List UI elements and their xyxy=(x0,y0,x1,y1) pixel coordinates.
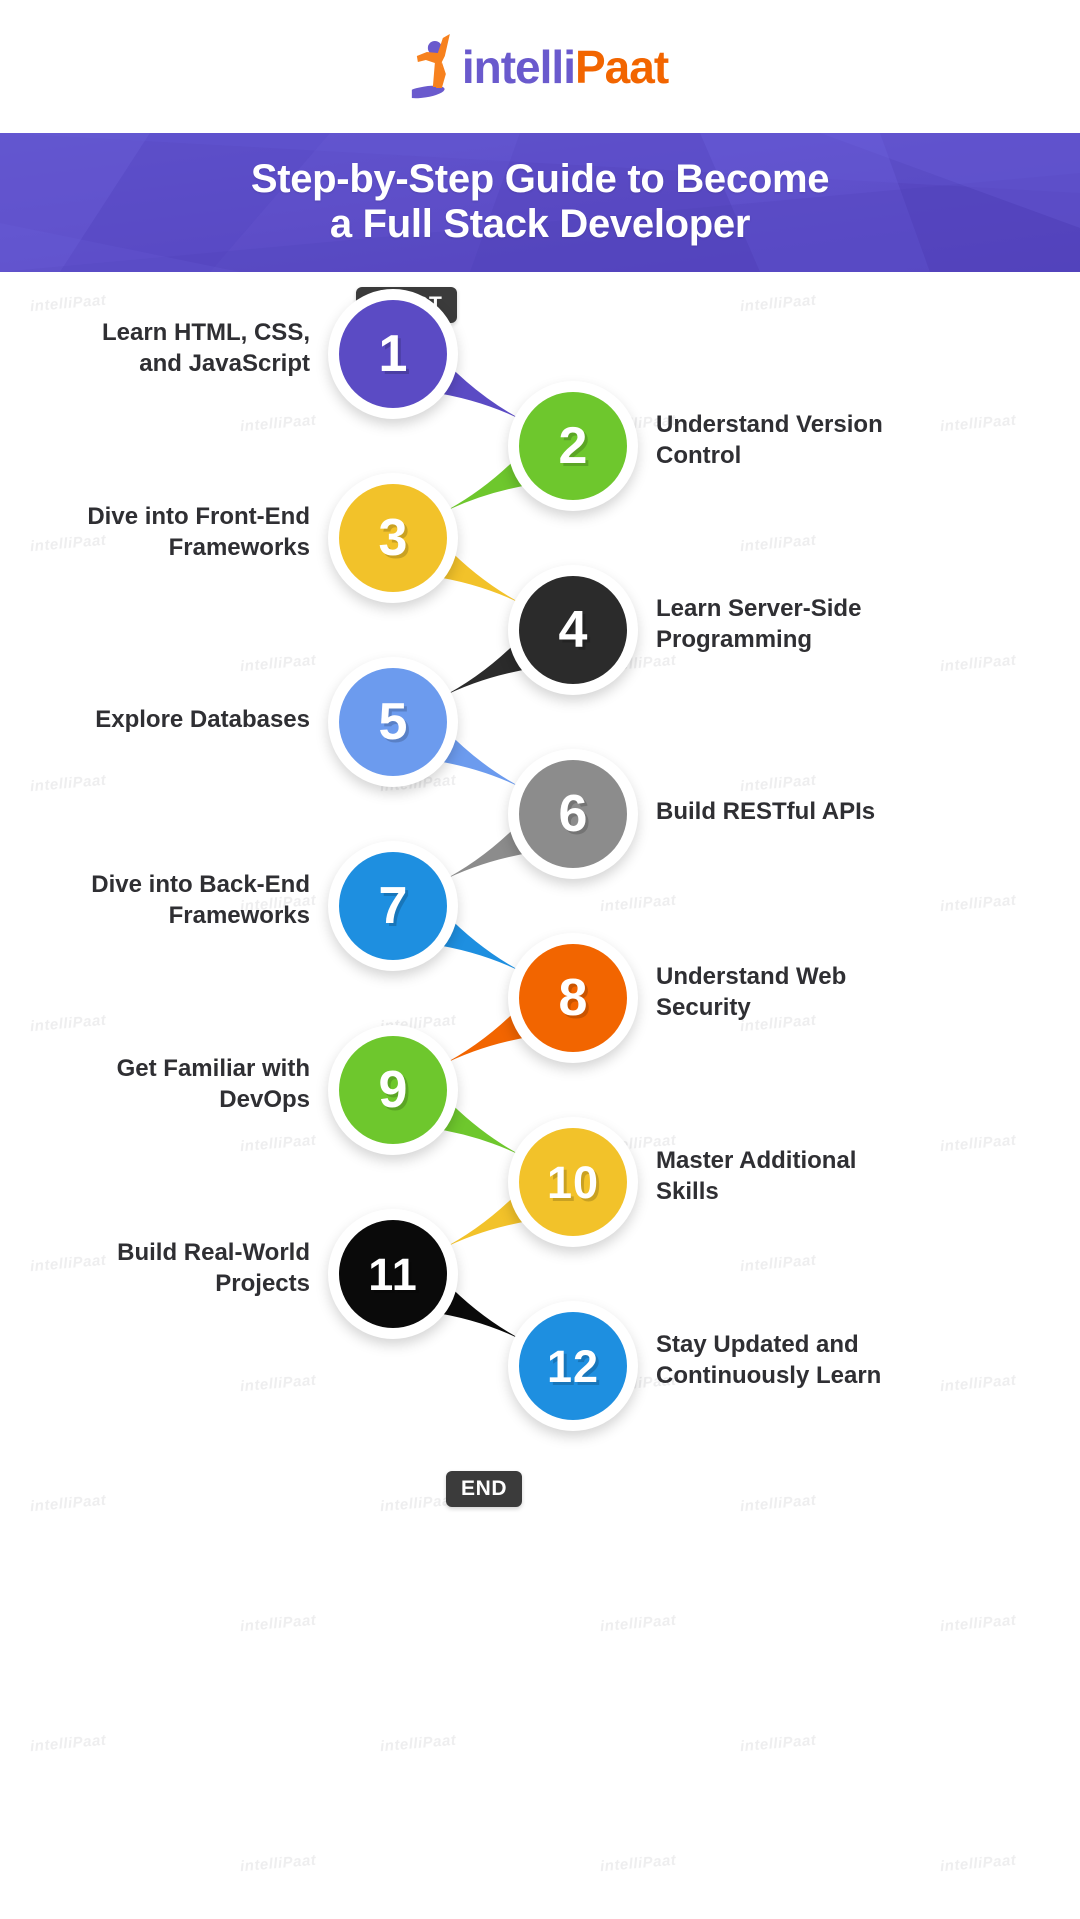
step-label-line2: DevOps xyxy=(219,1085,310,1113)
page-title: Step-by-Step Guide to Become a Full Stac… xyxy=(0,133,1080,247)
step-node[interactable]: 10 xyxy=(508,1117,638,1247)
step-disc: 1 xyxy=(339,300,447,408)
step-disc: 5 xyxy=(339,668,447,776)
step-number: 9 xyxy=(378,1061,408,1119)
step-label-line2: Programming xyxy=(656,625,813,653)
step-label-line2: Control xyxy=(656,441,742,469)
step-number: 8 xyxy=(558,969,588,1027)
running-person-icon xyxy=(405,32,468,102)
step-number: 6 xyxy=(558,785,588,843)
step-label: Master Additional Skills xyxy=(656,1146,1040,1207)
step-label-line1: Build RESTful APIs xyxy=(656,798,876,825)
step-label-line1: Get Familiar with xyxy=(116,1055,310,1082)
step-label: Learn Server-Side Programming xyxy=(656,594,1040,655)
banner-title-line2: a Full Stack Developer xyxy=(329,201,751,246)
step-disc: 12 xyxy=(519,1312,627,1420)
step-circle: 1 xyxy=(328,289,458,419)
step-label-line2: Skills xyxy=(656,1177,719,1205)
step-label: Understand Version Control xyxy=(656,410,1040,471)
step-number: 10 xyxy=(546,1156,600,1208)
infographic-page: intelliPaat intelliPaat intelliPaat intelli… xyxy=(0,0,1080,1919)
step-disc: 3 xyxy=(339,484,447,592)
step-label: Build Real-World Projects xyxy=(40,1238,310,1299)
step-disc: 2 xyxy=(519,392,627,500)
step-number: 12 xyxy=(546,1340,600,1392)
step-label-line2: Continuously Learn xyxy=(656,1361,882,1389)
logo-text-part2: Paat xyxy=(574,41,669,93)
step-circle: 12 xyxy=(508,1301,638,1431)
step-label: Understand Web Security xyxy=(656,962,1040,1023)
step-label-line1: Learn HTML, CSS, xyxy=(101,319,310,346)
step-circle: 10 xyxy=(508,1117,638,1247)
step-circle: 7 xyxy=(328,841,458,971)
step-circle: 9 xyxy=(328,1025,458,1155)
step-label-line2: Frameworks xyxy=(168,533,310,561)
step-label: Explore Databases xyxy=(40,705,310,736)
header-banner: Step-by-Step Guide to Become a Full Stac… xyxy=(0,133,1080,272)
logo-bar: intelliPaat xyxy=(0,0,1080,133)
step-node[interactable]: 8 xyxy=(508,933,638,1063)
step-label: Dive into Back-End Frameworks xyxy=(40,870,310,931)
step-node[interactable]: 2 xyxy=(508,381,638,511)
step-label: Build RESTful APIs xyxy=(656,797,1040,828)
step-label-line2: and JavaScript xyxy=(139,349,310,377)
step-label-line2: Security xyxy=(656,993,751,1021)
step-circle: 4 xyxy=(508,565,638,695)
step-disc: 9 xyxy=(339,1036,447,1144)
step-circle: 2 xyxy=(508,381,638,511)
step-number: 11 xyxy=(368,1248,418,1300)
step-node[interactable]: 6 xyxy=(508,749,638,879)
step-circle: 6 xyxy=(508,749,638,879)
step-label-line1: Master Additional xyxy=(656,1147,857,1174)
step-number: 4 xyxy=(558,601,588,659)
banner-title-line1: Step-by-Step Guide to Become xyxy=(250,157,830,201)
step-label: Get Familiar with DevOps xyxy=(40,1054,310,1115)
step-label-line1: Stay Updated and xyxy=(656,1331,859,1358)
step-label: Learn HTML, CSS, and JavaScript xyxy=(40,318,310,379)
step-circle: 5 xyxy=(328,657,458,787)
step-number: 7 xyxy=(378,877,408,935)
step-node[interactable]: 5 xyxy=(328,657,458,787)
brand-logo[interactable]: intelliPaat xyxy=(405,32,669,102)
step-label-line1: Understand Web xyxy=(656,963,847,990)
step-label-line1: Explore Databases xyxy=(95,706,310,733)
step-number: 1 xyxy=(378,325,408,383)
step-disc: 7 xyxy=(339,852,447,960)
end-badge: END xyxy=(446,1471,523,1507)
step-disc: 11 xyxy=(339,1220,447,1328)
step-label: Dive into Front-End Frameworks xyxy=(40,502,310,563)
step-number: 5 xyxy=(378,693,408,751)
step-circle: 11 xyxy=(328,1209,458,1339)
step-node[interactable]: 1 xyxy=(328,289,458,419)
roadmap-flow: START1Learn HTML, CSS,and JavaScript2Und… xyxy=(0,272,1080,1919)
step-node[interactable]: 7 xyxy=(328,841,458,971)
step-disc: 10 xyxy=(519,1128,627,1236)
step-node[interactable]: 12 xyxy=(508,1301,638,1431)
step-label-line1: Understand Version xyxy=(656,411,883,438)
step-circle: 3 xyxy=(328,473,458,603)
step-label-line2: Projects xyxy=(215,1269,310,1297)
logo-text-part1: intelli xyxy=(461,41,576,93)
step-label-line1: Dive into Back-End xyxy=(91,871,310,898)
logo-wordmark: intelliPaat xyxy=(461,41,669,93)
step-label-line1: Dive into Front-End xyxy=(87,503,310,530)
step-label: Stay Updated and Continuously Learn xyxy=(656,1330,1040,1391)
step-node[interactable]: 4 xyxy=(508,565,638,695)
step-disc: 6 xyxy=(519,760,627,868)
step-node[interactable]: 9 xyxy=(328,1025,458,1155)
step-number: 2 xyxy=(558,417,588,475)
step-label-line1: Build Real-World xyxy=(117,1239,310,1266)
step-label-line1: Learn Server-Side xyxy=(656,595,862,622)
step-label-line2: Frameworks xyxy=(168,901,310,929)
step-node[interactable]: 11 xyxy=(328,1209,458,1339)
step-node[interactable]: 3 xyxy=(328,473,458,603)
step-disc: 8 xyxy=(519,944,627,1052)
step-number: 3 xyxy=(378,509,408,567)
step-circle: 8 xyxy=(508,933,638,1063)
step-disc: 4 xyxy=(519,576,627,684)
